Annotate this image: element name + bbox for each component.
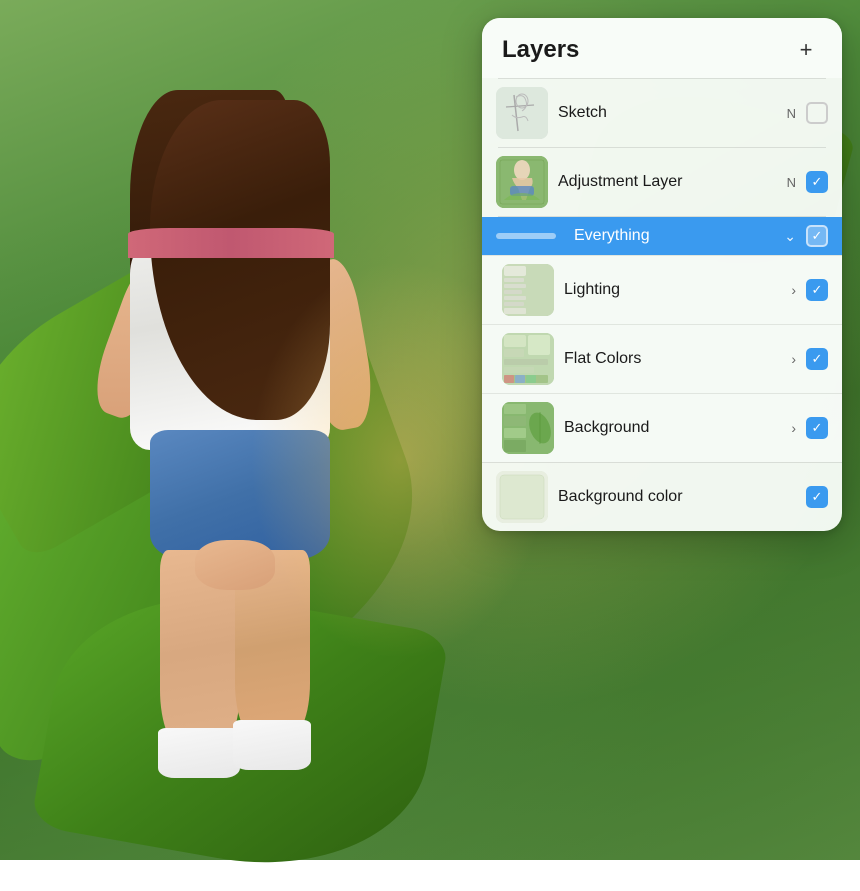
chevron-right-icon-flat: › [791,351,796,367]
layer-right-sketch: N [787,102,828,124]
chevron-right-icon-background: › [791,420,796,436]
character [50,60,470,840]
everything-expand-bar [496,233,556,239]
layer-right-background: › ✓ [791,417,828,439]
character-hands [195,540,275,590]
character-sock-right [233,720,311,770]
layer-info-lighting: Lighting [564,281,781,299]
layer-thumbnail-flat [502,333,554,385]
layer-name-background: Background [564,419,781,437]
layer-name-everything: Everything [574,227,774,245]
adjustment-thumb-icon [496,156,548,208]
layer-right-everything: ⌄ ✓ [784,225,828,247]
layer-info-bgcolor: Background color [558,488,796,506]
bgcolor-thumb-icon [496,471,548,523]
layer-info-adjustment: Adjustment Layer [558,173,777,191]
layer-name-flat: Flat Colors [564,350,781,368]
layer-info-background: Background [564,419,781,437]
sketch-icon [496,87,548,139]
layer-name-lighting: Lighting [564,281,781,299]
layer-row-flat-colors[interactable]: Flat Colors › ✓ [482,325,842,393]
layer-thumbnail-background [502,402,554,454]
layer-name-adjustment: Adjustment Layer [558,173,777,191]
character-sock-left [158,728,240,778]
chevron-down-icon: ⌄ [784,228,796,245]
add-layer-button[interactable]: + [790,34,822,66]
layer-blend-mode-sketch: N [787,106,796,121]
layers-panel: Layers + Sketch N [482,18,842,531]
layer-row-background[interactable]: Background › ✓ [482,394,842,462]
background-thumb-icon [502,402,554,454]
layer-right-bgcolor: ✓ [806,486,828,508]
layer-checkbox-bgcolor[interactable]: ✓ [806,486,828,508]
layer-info-everything: Everything [574,227,774,245]
layer-checkbox-adjustment[interactable]: ✓ [806,171,828,193]
layer-info-flat: Flat Colors [564,350,781,368]
layer-thumbnail-adjustment [496,156,548,208]
layers-title: Layers [502,36,579,64]
layer-thumbnail-sketch [496,87,548,139]
layer-right-flat: › ✓ [791,348,828,370]
character-shirt-accent [128,228,334,258]
layer-thumbnail-bgcolor [496,471,548,523]
layer-checkbox-flat[interactable]: ✓ [806,348,828,370]
flat-colors-thumb-icon [502,333,554,385]
layers-header: Layers + [482,18,842,78]
layer-row-everything[interactable]: Everything ⌄ ✓ [482,217,842,255]
layer-row-lighting[interactable]: Lighting › ✓ [482,256,842,324]
layer-checkbox-lighting[interactable]: ✓ [806,279,828,301]
layer-row-sketch[interactable]: Sketch N [482,79,842,147]
layer-row-adjustment[interactable]: Adjustment Layer N ✓ [482,148,842,216]
layer-right-lighting: › ✓ [791,279,828,301]
layer-name-sketch: Sketch [558,104,777,122]
layer-checkbox-sketch[interactable] [806,102,828,124]
chevron-right-icon-lighting: › [791,282,796,298]
layer-checkbox-background[interactable]: ✓ [806,417,828,439]
layer-row-bgcolor[interactable]: Background color ✓ [482,463,842,531]
lighting-thumb-icon [502,264,554,316]
layer-info-sketch: Sketch [558,104,777,122]
layer-name-bgcolor: Background color [558,488,796,506]
layer-blend-mode-adjustment: N [787,175,796,190]
layer-checkbox-everything[interactable]: ✓ [806,225,828,247]
layer-right-adjustment: N ✓ [787,171,828,193]
layer-thumbnail-lighting [502,264,554,316]
